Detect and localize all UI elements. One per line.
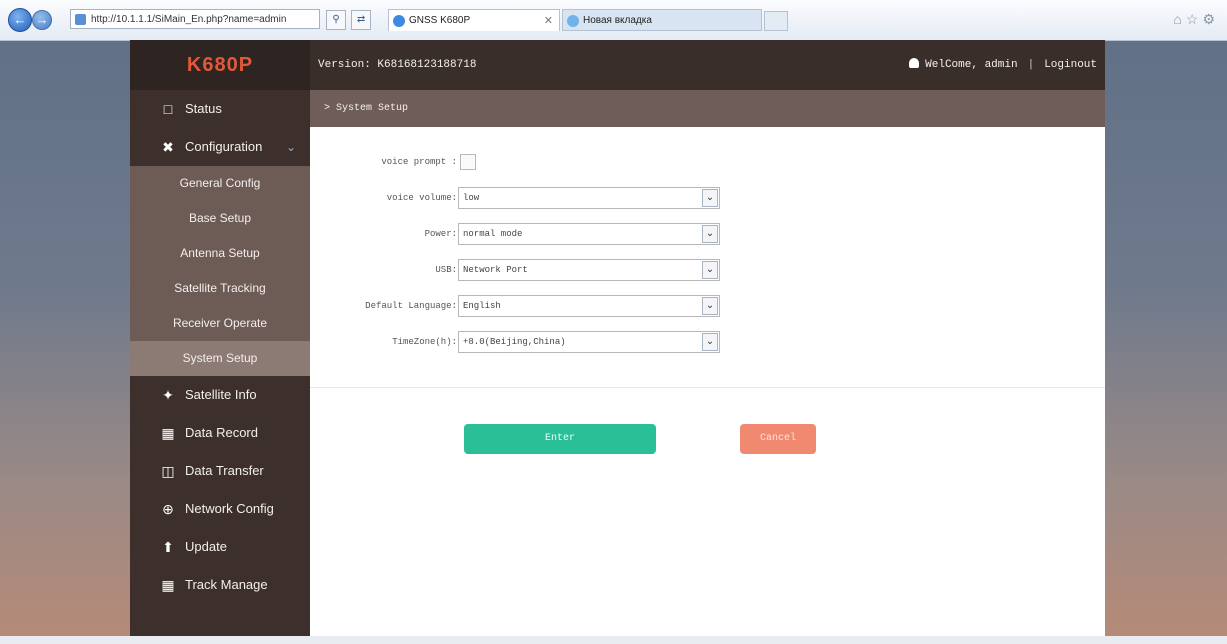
address-text: http://10.1.1.1/SiMain_En.php?name=admin bbox=[91, 14, 287, 25]
new-tab-button[interactable] bbox=[764, 11, 788, 31]
sidebar-item-data-transfer[interactable]: ◫ Data Transfer bbox=[130, 452, 310, 490]
main-content: > System Setup voice prompt : voice volu… bbox=[310, 90, 1105, 636]
voice-prompt-row: voice prompt : bbox=[310, 151, 1105, 173]
satellite-icon: ✦ bbox=[162, 387, 174, 403]
tools-icon: ✖ bbox=[162, 139, 174, 155]
ie-icon bbox=[393, 15, 405, 27]
browser-right-icons: ⌂☆⚙ bbox=[1173, 11, 1219, 28]
chevron-down-icon[interactable]: ⌄ bbox=[702, 333, 718, 351]
user-icon bbox=[909, 58, 920, 68]
new-tab-icon bbox=[567, 15, 579, 27]
usb-row: USB: Network Port ⌄ bbox=[310, 259, 1105, 281]
select-value: low bbox=[463, 193, 480, 203]
sidebar-item-configuration[interactable]: ✖ Configuration ⌄ bbox=[130, 128, 310, 166]
sidebar-item-label: Track Manage bbox=[185, 577, 268, 592]
sidebar-item-label: Data Record bbox=[185, 425, 258, 440]
gear-icon[interactable]: ⚙ bbox=[1202, 11, 1219, 27]
voice-volume-label: voice volume: bbox=[386, 193, 457, 203]
forward-icon[interactable]: → bbox=[32, 10, 52, 30]
language-row: Default Language: English ⌄ bbox=[310, 295, 1105, 317]
sidebar-subitem-receiver-operate[interactable]: Receiver Operate bbox=[130, 306, 310, 341]
usb-select[interactable]: Network Port ⌄ bbox=[458, 259, 720, 281]
header-bar: Version: K68168123188718 WelCome, admin |… bbox=[310, 40, 1105, 90]
enter-button[interactable]: Enter bbox=[464, 424, 656, 454]
voice-volume-select[interactable]: low ⌄ bbox=[458, 187, 720, 209]
power-row: Power: normal mode ⌄ bbox=[310, 223, 1105, 245]
configuration-submenu: General Config Base Setup Antenna Setup … bbox=[130, 166, 310, 376]
voice-volume-row: voice volume: low ⌄ bbox=[310, 187, 1105, 209]
tab-gnss[interactable]: GNSS K680P ✕ bbox=[388, 9, 560, 31]
chevron-down-icon[interactable]: ⌄ bbox=[702, 189, 718, 207]
power-select[interactable]: normal mode ⌄ bbox=[458, 223, 720, 245]
sidebar-subitem-general-config[interactable]: General Config bbox=[130, 166, 310, 201]
user-area: WelCome, admin | Loginout bbox=[909, 40, 1097, 90]
voice-prompt-checkbox[interactable] bbox=[460, 154, 476, 170]
language-select[interactable]: English ⌄ bbox=[458, 295, 720, 317]
page-favicon-icon bbox=[75, 14, 86, 25]
usb-label: USB: bbox=[435, 265, 457, 275]
select-value: +8.0(Beijing,China) bbox=[463, 337, 566, 347]
chevron-down-icon[interactable]: ⌄ bbox=[702, 297, 718, 315]
welcome-text: WelCome, admin bbox=[925, 59, 1018, 71]
tab-title: GNSS K680P bbox=[409, 15, 471, 26]
close-icon[interactable]: ✕ bbox=[544, 10, 553, 31]
sidebar-item-label: Status bbox=[185, 101, 222, 116]
monitor-icon: □ bbox=[163, 101, 173, 117]
sidebar-item-status[interactable]: □ Status bbox=[130, 90, 310, 128]
browser-toolbar: ← → http://10.1.1.1/SiMain_En.php?name=a… bbox=[0, 0, 1227, 41]
timezone-label: TimeZone(h): bbox=[392, 337, 457, 347]
sidebar-subitem-base-setup[interactable]: Base Setup bbox=[130, 201, 310, 236]
sidebar: K680P □ Status ✖ Configuration ⌄ General… bbox=[130, 40, 310, 636]
sidebar-item-track-manage[interactable]: ▦ Track Manage bbox=[130, 566, 310, 604]
sidebar-item-label: Update bbox=[185, 539, 227, 554]
logout-link[interactable]: Loginout bbox=[1044, 59, 1097, 71]
tab-new-page[interactable]: Новая вкладка bbox=[562, 9, 762, 31]
sidebar-item-update[interactable]: ⬆ Update bbox=[130, 528, 310, 566]
chevron-down-icon[interactable]: ⌄ bbox=[702, 261, 718, 279]
sidebar-subitem-antenna-setup[interactable]: Antenna Setup bbox=[130, 236, 310, 271]
version-text: Version: K68168123188718 bbox=[318, 59, 477, 71]
calendar-icon: ▦ bbox=[161, 425, 175, 441]
sidebar-item-network-config[interactable]: ⊕ Network Config bbox=[130, 490, 310, 528]
sidebar-subitem-system-setup[interactable]: System Setup bbox=[130, 341, 310, 376]
logo: K680P bbox=[130, 40, 310, 90]
timezone-select[interactable]: +8.0(Beijing,China) ⌄ bbox=[458, 331, 720, 353]
cancel-button[interactable]: Cancel bbox=[740, 424, 816, 454]
compat-view-icon[interactable]: ⇄ bbox=[351, 10, 372, 30]
tab-title: Новая вкладка bbox=[583, 15, 652, 26]
divider: | bbox=[1027, 59, 1035, 71]
sidebar-item-label: Satellite Info bbox=[185, 387, 257, 402]
home-icon[interactable]: ⌂ bbox=[1173, 11, 1185, 27]
horizontal-scrollbar[interactable] bbox=[0, 636, 1227, 644]
network-icon: ◫ bbox=[161, 463, 175, 479]
sidebar-item-satellite-info[interactable]: ✦ Satellite Info bbox=[130, 376, 310, 414]
calendar-icon: ▦ bbox=[161, 577, 175, 593]
system-setup-form: voice prompt : voice volume: low ⌄ Power… bbox=[310, 127, 1105, 388]
select-value: English bbox=[463, 301, 501, 311]
upload-icon: ⬆ bbox=[162, 539, 174, 555]
language-label: Default Language: bbox=[365, 301, 457, 311]
timezone-row: TimeZone(h): +8.0(Beijing,China) ⌄ bbox=[310, 331, 1105, 353]
sidebar-item-label: Configuration bbox=[185, 139, 263, 154]
chevron-down-icon: ⌄ bbox=[286, 140, 297, 154]
select-value: Network Port bbox=[463, 265, 528, 275]
voice-prompt-label: voice prompt : bbox=[381, 157, 457, 167]
select-value: normal mode bbox=[463, 229, 523, 239]
address-bar[interactable]: http://10.1.1.1/SiMain_En.php?name=admin bbox=[70, 9, 320, 29]
sidebar-item-data-record[interactable]: ▦ Data Record bbox=[130, 414, 310, 452]
breadcrumb: > System Setup bbox=[310, 90, 1105, 127]
search-dropdown-icon[interactable]: ⚲ bbox=[326, 10, 346, 30]
globe-icon: ⊕ bbox=[162, 501, 174, 517]
sidebar-item-label: Network Config bbox=[185, 501, 274, 516]
address-tools: ⚲ ⇄ bbox=[326, 9, 373, 30]
sidebar-item-label: Data Transfer bbox=[185, 463, 264, 478]
sidebar-subitem-satellite-tracking[interactable]: Satellite Tracking bbox=[130, 271, 310, 306]
star-icon[interactable]: ☆ bbox=[1186, 11, 1203, 27]
chevron-down-icon[interactable]: ⌄ bbox=[702, 225, 718, 243]
power-label: Power: bbox=[424, 229, 457, 239]
back-icon[interactable]: ← bbox=[8, 8, 32, 32]
